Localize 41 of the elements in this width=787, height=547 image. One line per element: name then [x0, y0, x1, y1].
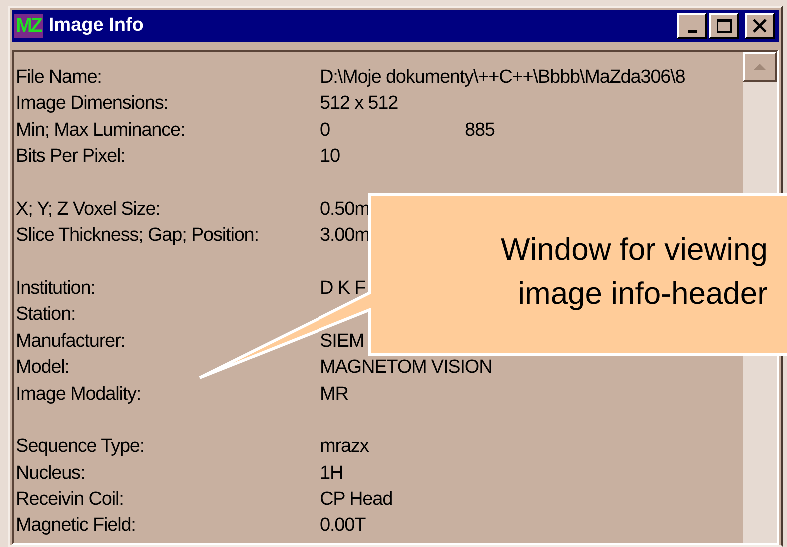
field-value: 3.00m — [320, 224, 371, 248]
field-value: 10 — [320, 145, 341, 170]
close-button[interactable] — [745, 13, 775, 39]
field-value: MAGNETOM VISION — [320, 356, 494, 380]
minimize-icon — [688, 30, 696, 32]
field-label: Min; Max Luminance: — [16, 118, 186, 143]
field-label: Image Modality: — [16, 382, 142, 407]
field-value: D:\Moje dokumenty\++C++\Bbbb\MaZda306\8 — [320, 66, 686, 90]
field-label: Bits Per Pixel: — [16, 145, 126, 170]
field-label: Institution: — [16, 276, 96, 301]
app-logo: MZ — [14, 14, 43, 38]
field-value: 0.50m — [320, 198, 371, 222]
up-arrow-icon — [753, 63, 767, 71]
field-value: mrazx — [320, 435, 370, 460]
field-label: Sequence Type: — [16, 435, 146, 460]
scroll-up-button[interactable] — [743, 52, 777, 82]
field-label: Nucleus: — [16, 462, 86, 486]
field-value: MR — [320, 382, 350, 407]
field-value: 1H — [320, 462, 344, 486]
field-label: Model: — [16, 356, 70, 380]
field-label: Receivin Coil: — [16, 488, 125, 512]
field-label: Station: — [16, 303, 77, 328]
field-label: X; Y; Z Voxel Size: — [16, 198, 162, 222]
field-label: Magnetic Field: — [16, 514, 137, 538]
field-value: 0 — [320, 118, 331, 143]
field-label: Image Dimensions: — [16, 92, 170, 116]
callout-text: Window for viewing image info-header — [500, 231, 768, 313]
field-label: Manufacturer: — [16, 330, 126, 354]
field-value: 512 x 512 — [320, 92, 400, 116]
field-label: File Name: — [16, 66, 103, 90]
maximize-button[interactable] — [709, 13, 739, 39]
field-value: CP Head — [320, 488, 394, 512]
field-value: 885 — [465, 118, 496, 143]
field-value: D K F — [320, 276, 367, 301]
window-title: Image Info — [48, 15, 144, 37]
field-value: SIEM — [320, 330, 366, 354]
close-icon — [753, 19, 767, 33]
field-label: Slice Thickness; Gap; Position: — [16, 224, 260, 248]
field-value: 0.00T — [320, 514, 367, 538]
minimize-button[interactable] — [677, 13, 707, 39]
maximize-icon — [716, 19, 732, 33]
